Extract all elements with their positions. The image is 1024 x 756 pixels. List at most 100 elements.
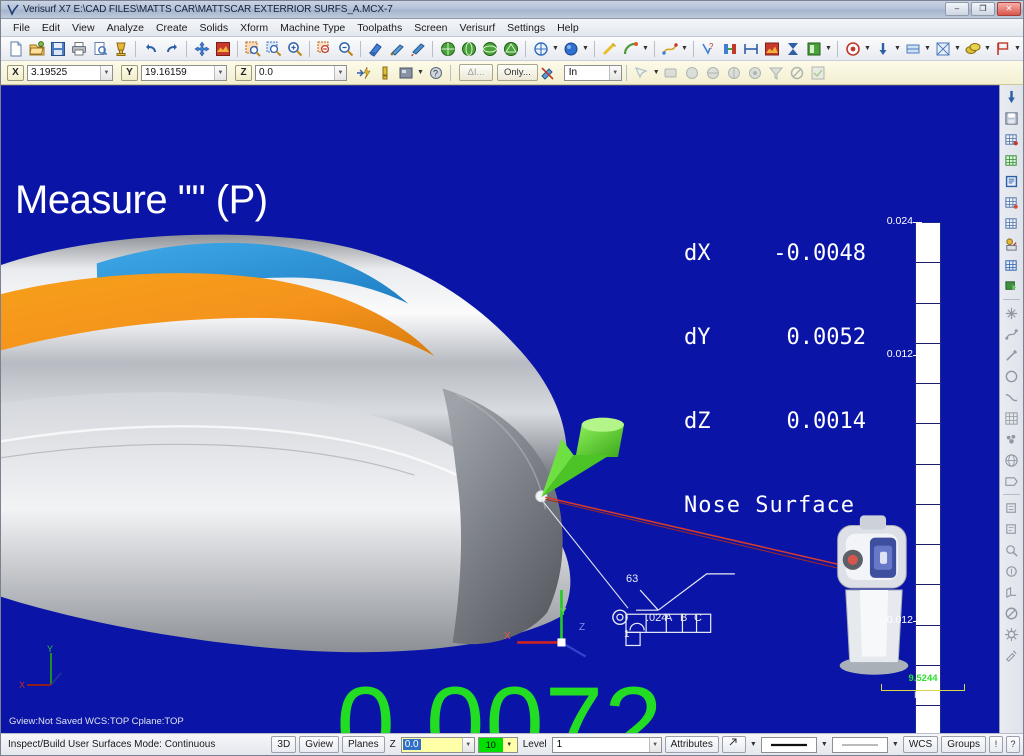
x-axis-badge[interactable]: X (7, 64, 24, 81)
align-bestfit-icon[interactable] (1001, 303, 1022, 323)
analyze-entity-icon[interactable]: ? (698, 39, 719, 59)
align-curve-icon[interactable] (1001, 387, 1022, 407)
print-icon[interactable] (68, 39, 89, 59)
report-page-icon[interactable] (1022, 39, 1023, 59)
create-spline-icon[interactable] (659, 39, 680, 59)
attributes-button[interactable]: Attributes (664, 736, 719, 753)
colorbar-track[interactable] (915, 222, 941, 733)
filter-icon[interactable] (766, 63, 787, 83)
zoom-out-icon[interactable] (335, 39, 356, 59)
warning-point-icon[interactable] (374, 63, 395, 83)
unzoom-icon[interactable] (407, 39, 428, 59)
menu-toolpaths[interactable]: Toolpaths (351, 21, 408, 35)
gear-tool-icon[interactable] (1001, 624, 1022, 644)
redo-icon[interactable] (161, 39, 182, 59)
mask-selection-icon[interactable] (538, 63, 559, 83)
detail-1-icon[interactable] (1001, 540, 1022, 560)
zoom-in-icon[interactable] (284, 39, 305, 59)
align-circle-icon[interactable] (1001, 366, 1022, 386)
chevron-down-icon[interactable]: ▼ (461, 737, 474, 752)
menu-machine-type[interactable]: Machine Type (274, 21, 351, 35)
y-coordinate-input[interactable] (142, 65, 214, 80)
detail-2-icon[interactable] (1001, 561, 1022, 581)
probe-point-icon[interactable] (872, 39, 893, 59)
report-table-icon[interactable] (1001, 171, 1022, 191)
z-coordinate-field[interactable]: ▼ (255, 64, 347, 81)
x-coordinate-field[interactable]: ▼ (27, 64, 113, 81)
chevron-down-icon[interactable]: ▼ (503, 742, 516, 748)
snap-grid-icon[interactable] (395, 63, 416, 83)
menu-settings[interactable]: Settings (501, 21, 551, 35)
chevron-down-icon[interactable]: ▼ (608, 65, 621, 80)
open-file-icon[interactable] (26, 39, 47, 59)
menu-edit[interactable]: Edit (36, 21, 66, 35)
mesh-icon[interactable] (1001, 408, 1022, 428)
color-selector[interactable]: 10 ▼ (477, 736, 518, 753)
print-preview-icon[interactable] (89, 39, 110, 59)
chevron-down-icon[interactable]: ▼ (214, 65, 226, 80)
inspect-surface-icon[interactable] (902, 39, 923, 59)
grid-red-icon[interactable] (1001, 192, 1022, 212)
create-arc-icon[interactable] (620, 39, 641, 59)
menu-help[interactable]: Help (551, 21, 585, 35)
save-icon[interactable] (47, 39, 68, 59)
chevron-down-icon[interactable]: ▼ (334, 65, 346, 80)
y-coordinate-field[interactable]: ▼ (141, 64, 227, 81)
inspect-feature-icon[interactable] (932, 39, 953, 59)
repaint-icon[interactable] (212, 39, 233, 59)
gview-button[interactable]: Gview (299, 736, 340, 753)
z-depth-field[interactable]: 0.0 ▼ (400, 736, 475, 753)
export-green-icon[interactable] (1001, 276, 1022, 296)
only-button[interactable]: Only... (497, 64, 538, 81)
point-style-button[interactable] (721, 736, 746, 753)
wcs-button[interactable]: WCS (902, 736, 939, 753)
chevron-down-icon[interactable]: ▼ (551, 39, 560, 59)
menu-xform[interactable]: Xform (234, 21, 274, 35)
grid-blue-icon[interactable] (1001, 255, 1022, 275)
zoom-window-icon[interactable] (242, 39, 263, 59)
toolpath-sum-icon[interactable] (782, 39, 803, 59)
chevron-down-icon[interactable]: ▼ (100, 65, 112, 80)
chevron-down-icon[interactable]: ▼ (923, 39, 932, 59)
align-iterative-icon[interactable] (1001, 345, 1022, 365)
menu-analyze[interactable]: Analyze (101, 21, 150, 35)
select-curve-icon[interactable] (724, 63, 745, 83)
maximize-button[interactable]: ❐ (971, 2, 995, 16)
level-select[interactable]: 1 ▼ (551, 736, 662, 753)
cloud-points-icon[interactable] (1001, 429, 1022, 449)
chevron-down-icon[interactable]: ▼ (648, 737, 661, 752)
gview-top-icon[interactable] (437, 39, 458, 59)
fit-screen-icon[interactable] (191, 39, 212, 59)
gview-front-icon[interactable] (458, 39, 479, 59)
annotate-2-icon[interactable] (1001, 519, 1022, 539)
undo-icon[interactable] (140, 39, 161, 59)
planes-button[interactable]: Planes (342, 736, 385, 753)
build-geometry-icon[interactable] (962, 39, 983, 59)
grid-green-icon[interactable] (1001, 150, 1022, 170)
new-file-icon[interactable] (5, 39, 26, 59)
menu-verisurf[interactable]: Verisurf (454, 21, 502, 35)
z-axis-badge[interactable]: Z (235, 64, 252, 81)
minimize-button[interactable]: – (945, 2, 969, 16)
grid-feature-icon[interactable] (1001, 129, 1022, 149)
level-manager-icon[interactable] (803, 39, 824, 59)
chevron-down-icon[interactable]: ▼ (891, 735, 900, 755)
shaded-solid-icon[interactable] (560, 39, 581, 59)
export-icon[interactable] (110, 39, 131, 59)
report-flag-icon[interactable] (992, 39, 1013, 59)
chevron-down-icon[interactable]: ▼ (893, 39, 902, 59)
grid-plain-icon[interactable] (1001, 213, 1022, 233)
create-line-icon[interactable] (599, 39, 620, 59)
chevron-down-icon[interactable]: ▼ (824, 39, 833, 59)
surface-create-icon[interactable] (761, 39, 782, 59)
menu-solids[interactable]: Solids (193, 21, 234, 35)
clear-filter-icon[interactable] (787, 63, 808, 83)
section-icon[interactable] (1001, 582, 1022, 602)
delta-button[interactable]: ΔI... (459, 64, 493, 81)
groups-button[interactable]: Groups (941, 736, 986, 753)
annotate-1-icon[interactable] (1001, 498, 1022, 518)
globe-icon[interactable] (1001, 450, 1022, 470)
save-inspection-icon[interactable] (1001, 108, 1022, 128)
build-user-surfaces-icon[interactable] (1001, 234, 1022, 254)
settings-icon[interactable] (1001, 645, 1022, 665)
